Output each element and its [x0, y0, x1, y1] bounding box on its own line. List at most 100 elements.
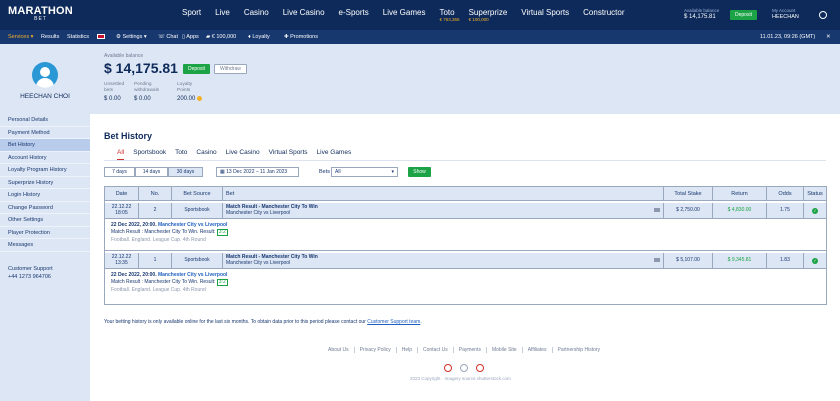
- history-note-text: Your betting history is only available o…: [104, 319, 366, 325]
- period-7-days-button[interactable]: 7 days: [104, 167, 135, 177]
- my-account[interactable]: My Account HEECHAN: [772, 8, 799, 20]
- nav-casino[interactable]: Casino: [244, 8, 269, 17]
- sidebar-item-personal-details[interactable]: Personal Details: [0, 114, 90, 127]
- table-row[interactable]: 22.12.22 18:05 2 Sportsbook Match Result …: [105, 203, 826, 219]
- col-bet-source[interactable]: Bet Source: [172, 187, 223, 201]
- chevron-down-icon: ▾: [391, 169, 394, 175]
- detail-league: Football. England. League Cup. 4th Round: [111, 286, 206, 293]
- close-icon[interactable]: ✕: [826, 34, 831, 40]
- col-number[interactable]: No.: [139, 187, 172, 201]
- jackpot-link[interactable]: ▰ € 100,000: [206, 34, 236, 40]
- unsettled-label: Unsettled: [104, 82, 125, 87]
- footer-link-affiliates[interactable]: Affiliates: [523, 347, 553, 353]
- nav-virtual-sports[interactable]: Virtual Sports: [521, 8, 569, 17]
- show-button[interactable]: Show: [408, 167, 431, 177]
- table-row[interactable]: 22.12.22 13:35 1 Sportsbook Match Result …: [105, 253, 826, 269]
- sidebar-item-payment-method[interactable]: Payment Method: [0, 127, 90, 139]
- sidebar-item-login-history[interactable]: Login History: [0, 189, 90, 202]
- pending-withdrawals: Pending withdrawals $ 0.00: [134, 82, 159, 103]
- services-label: Services: [8, 34, 30, 40]
- nav-esports[interactable]: e-Sports: [339, 8, 369, 17]
- sidebar-item-messages[interactable]: Messages: [0, 239, 90, 252]
- col-bet[interactable]: Bet: [223, 187, 664, 201]
- footer-link-privacy[interactable]: Privacy Policy: [355, 347, 397, 353]
- deposit-button[interactable]: Deposit: [183, 64, 210, 74]
- customer-support-link[interactable]: Customer Support team: [367, 319, 420, 325]
- sidebar-item-bet-history[interactable]: Bet History: [0, 139, 90, 152]
- nav-sport[interactable]: Sport: [182, 8, 201, 17]
- promotions-link[interactable]: ✚ Promotions: [284, 34, 318, 40]
- date-range-picker[interactable]: ▦ 13 Dec 2022 – 11 Jan 2023: [216, 167, 299, 177]
- nav-live-games[interactable]: Live Games: [383, 8, 426, 17]
- nav-label: Sport: [182, 8, 202, 17]
- account-menu: Personal Details Payment Method Bet Hist…: [0, 114, 90, 252]
- footer-link-help[interactable]: Help: [397, 347, 418, 353]
- nav-toto[interactable]: Toto € 763,365: [439, 8, 459, 22]
- tab-all[interactable]: All: [117, 149, 125, 160]
- detail-match-link[interactable]: Manchester City vs Liverpool: [158, 272, 227, 278]
- row-source: Sportsbook: [172, 253, 223, 269]
- footer-link-mobile[interactable]: Mobile Site: [487, 347, 523, 353]
- row-return: $ 9,345.81: [713, 253, 767, 269]
- footer-link-partnership[interactable]: Partnership History: [553, 347, 606, 353]
- nav-live-casino[interactable]: Live Casino: [283, 8, 325, 17]
- col-date[interactable]: Date: [105, 187, 139, 201]
- results-link[interactable]: Results: [41, 34, 59, 40]
- nav-constructor[interactable]: Constructor: [583, 8, 624, 17]
- footer-link-contact[interactable]: Contact Us: [418, 347, 454, 353]
- sidebar-item-loyalty-history[interactable]: Loyalty Program History: [0, 164, 90, 177]
- bets-filter-select[interactable]: All ▾: [331, 167, 398, 177]
- sidebar-item-account-history[interactable]: Account History: [0, 152, 90, 164]
- col-total-stake[interactable]: Total Stake: [664, 187, 713, 201]
- sidebar-item-change-password[interactable]: Change Password: [0, 202, 90, 214]
- footer-link-about[interactable]: About Us: [323, 347, 355, 353]
- pending-label-2: withdrawals: [134, 87, 160, 93]
- support-phone[interactable]: +44 1273 964706: [8, 274, 53, 282]
- nav-superprize[interactable]: Superprize € 100,000: [468, 8, 508, 22]
- sidebar-item-other-settings[interactable]: Other Settings: [0, 214, 90, 227]
- sidebar-item-player-protection[interactable]: Player Protection: [0, 227, 90, 239]
- withdraw-button[interactable]: Withdraw: [214, 64, 247, 74]
- tab-sportsbook[interactable]: Sportsbook: [133, 149, 166, 156]
- coin-icon: [197, 95, 203, 101]
- footer-link-payments[interactable]: Payments: [454, 347, 487, 353]
- print-icon[interactable]: [654, 208, 660, 212]
- bets-filter-label: Bets: [319, 169, 331, 175]
- tab-live-games[interactable]: Live Games: [317, 149, 352, 156]
- account-sidebar: HEECHAN CHOI Personal Details Payment Me…: [0, 44, 90, 401]
- detail-match-link[interactable]: Manchester City vs Liverpool: [158, 222, 227, 228]
- unsettled-value: $ 0.00: [104, 95, 121, 102]
- print-icon[interactable]: [654, 258, 660, 262]
- col-odds[interactable]: Odds: [767, 187, 804, 201]
- account-name: HEECHAN: [772, 14, 799, 20]
- tab-live-casino[interactable]: Live Casino: [226, 149, 260, 156]
- tab-casino[interactable]: Casino: [196, 149, 216, 156]
- chat-link[interactable]: ☏ Chat: [158, 34, 178, 40]
- user-icon[interactable]: [819, 11, 827, 19]
- history-note: Your betting history is only available o…: [104, 319, 422, 325]
- row-date: 22.12.22 18:05: [105, 203, 139, 219]
- services-menu[interactable]: Services ▾: [8, 34, 33, 40]
- settings-menu[interactable]: ⚙ Settings ▾: [116, 34, 147, 40]
- language-flag-icon[interactable]: [97, 34, 105, 40]
- col-status[interactable]: Status: [804, 187, 826, 201]
- apps-link[interactable]: ▯ Apps: [182, 34, 199, 40]
- brand-logo[interactable]: MARATHON BET: [8, 6, 73, 22]
- row-status: ✓: [804, 203, 826, 219]
- calendar-icon: ▦: [220, 169, 225, 175]
- tab-virtual-sports[interactable]: Virtual Sports: [269, 149, 308, 156]
- statistics-link[interactable]: Statistics: [67, 34, 89, 40]
- period-14-days-button[interactable]: 14 days: [135, 167, 168, 177]
- age-restriction-icon: [444, 364, 452, 372]
- header-deposit-button[interactable]: Deposit: [730, 10, 757, 20]
- sidebar-item-superprize-history[interactable]: Superprize History: [0, 177, 90, 189]
- nav-live[interactable]: Live: [215, 8, 230, 17]
- detail-league: Football. England. League Cup. 4th Round: [111, 236, 206, 243]
- main-content: Bet History All Sportsbook Toto Casino L…: [90, 114, 840, 401]
- loyalty-link[interactable]: ♦ Loyalty: [248, 34, 270, 40]
- tab-toto[interactable]: Toto: [175, 149, 187, 156]
- period-30-days-button[interactable]: 30 days: [168, 167, 203, 177]
- nav-label: Superprize: [468, 8, 508, 17]
- col-return[interactable]: Return: [713, 187, 767, 201]
- license-icon: [476, 364, 484, 372]
